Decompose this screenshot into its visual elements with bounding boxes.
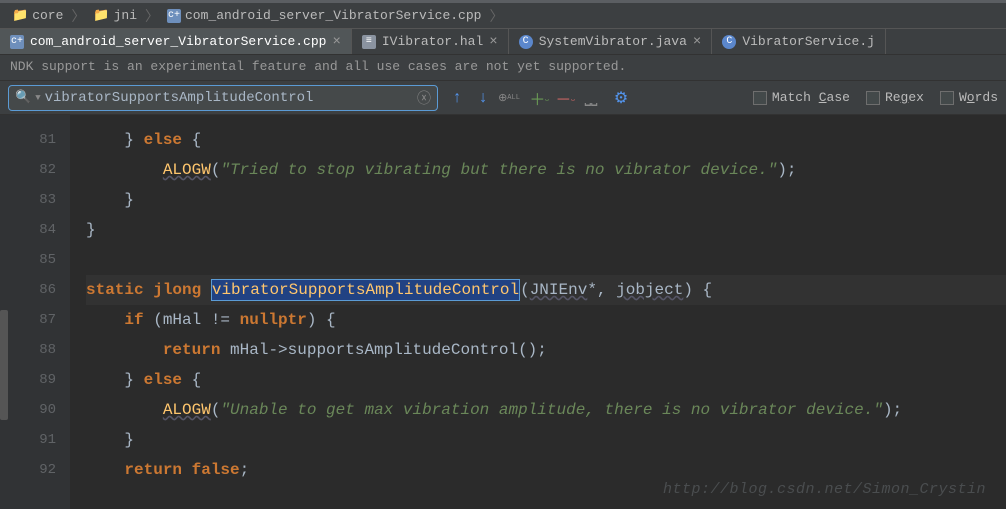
cpp-file-icon: c+	[167, 9, 181, 23]
tab-java-file[interactable]: C VibratorService.j	[712, 29, 886, 54]
breadcrumb-item[interactable]: c+com_android_server_VibratorService.cpp	[161, 8, 487, 23]
scrollbar[interactable]	[0, 310, 8, 420]
file-icon: ≡	[362, 35, 376, 49]
code-content[interactable]: } else { ALOGW("Tried to stop vibrating …	[70, 115, 1006, 509]
breadcrumb: 📁core 〉 📁jni 〉 c+com_android_server_Vibr…	[0, 3, 1006, 29]
search-input[interactable]	[45, 90, 417, 106]
folder-icon: 📁	[12, 8, 28, 23]
breadcrumb-item[interactable]: 📁core	[6, 8, 69, 23]
tab-cpp-file[interactable]: c+ com_android_server_VibratorService.cp…	[0, 29, 352, 54]
breadcrumb-item[interactable]: 📁jni	[87, 8, 143, 23]
words-checkbox[interactable]: Words	[940, 90, 998, 105]
match-case-checkbox[interactable]: Match Case	[753, 90, 850, 105]
search-icon[interactable]: 🔍	[15, 90, 31, 105]
java-file-icon: C	[519, 35, 533, 49]
close-icon[interactable]: ×	[693, 34, 701, 50]
next-match-icon[interactable]: ↓	[472, 87, 494, 109]
prev-match-icon[interactable]: ↑	[446, 87, 468, 109]
chevron-right-icon: 〉	[145, 6, 159, 26]
close-icon[interactable]: ×	[489, 34, 497, 50]
close-icon[interactable]: ×	[332, 34, 340, 50]
cpp-file-icon: c+	[10, 35, 24, 49]
chevron-right-icon: 〉	[489, 6, 503, 26]
chevron-right-icon: 〉	[71, 6, 85, 26]
add-selection-icon[interactable]: ＋⎵	[528, 87, 550, 109]
clear-icon[interactable]: ⓧ	[417, 88, 431, 108]
remove-selection-icon[interactable]: －⎵	[554, 87, 576, 109]
find-toolbar: 🔍 ▼ ⓧ ↑ ↓ ⊕ALL ＋⎵ －⎵ ⎵⎵ ⚙ Match Case Reg…	[0, 81, 1006, 115]
search-input-container: 🔍 ▼ ⓧ	[8, 85, 438, 111]
gear-icon[interactable]: ⚙	[610, 87, 632, 109]
ndk-warning-banner: NDK support is an experimental feature a…	[0, 55, 1006, 81]
java-file-icon: C	[722, 35, 736, 49]
regex-checkbox[interactable]: Regex	[866, 90, 924, 105]
dropdown-icon[interactable]: ▼	[35, 93, 40, 103]
watermark: http://blog.csdn.net/Simon_Crystin	[663, 481, 986, 498]
tab-java-file[interactable]: C SystemVibrator.java ×	[509, 29, 713, 54]
tab-hal-file[interactable]: ≡ IVibrator.hal ×	[352, 29, 509, 54]
code-editor[interactable]: 818283848586878889909192 } else { ALOGW(…	[0, 115, 1006, 509]
line-gutter: 818283848586878889909192	[0, 115, 70, 509]
editor-tabs: c+ com_android_server_VibratorService.cp…	[0, 29, 1006, 55]
folder-icon: 📁	[93, 8, 109, 23]
selection-icon[interactable]: ⎵⎵	[580, 87, 602, 109]
select-all-icon[interactable]: ⊕ALL	[498, 87, 520, 109]
